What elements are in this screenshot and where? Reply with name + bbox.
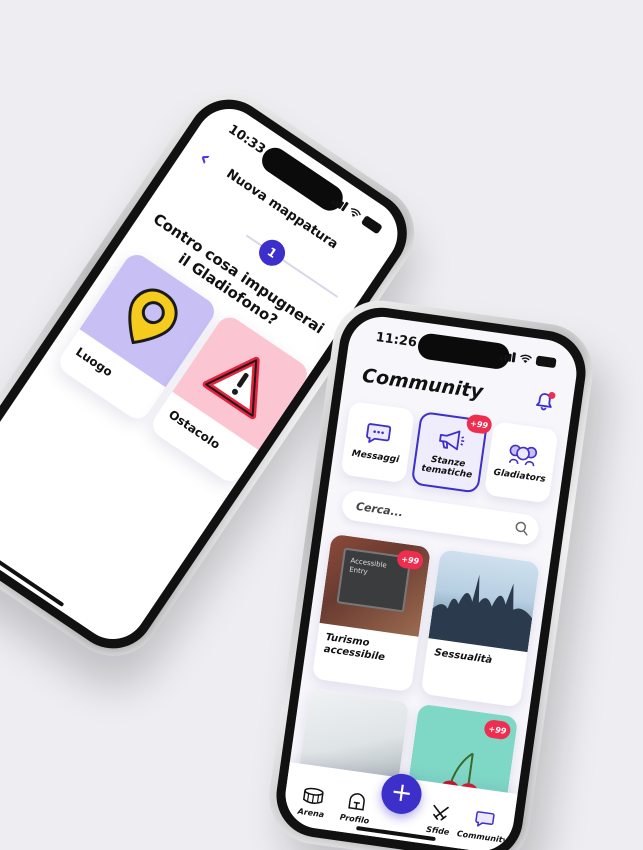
category-label: Messaggi xyxy=(351,448,400,466)
arena-icon xyxy=(302,787,324,805)
tab-community[interactable]: Community xyxy=(456,807,509,846)
search-icon[interactable] xyxy=(514,520,530,536)
screen-community: 11:26 Community Messaggi +99 Stanze tema… xyxy=(281,312,581,850)
tab-label: Community xyxy=(456,829,509,846)
home-indicator xyxy=(0,558,65,607)
status-icons xyxy=(499,350,557,368)
category-messages[interactable]: Messaggi xyxy=(340,401,415,484)
status-icons xyxy=(331,194,384,235)
category-gladiators[interactable]: Gladiators xyxy=(484,421,559,504)
group-icon xyxy=(508,444,537,467)
step-current: 1 xyxy=(254,234,291,271)
helmet-icon xyxy=(348,793,365,811)
count-badge: +99 xyxy=(465,413,494,435)
tab-label: Sfide xyxy=(425,824,450,837)
category-label: Stanze tematiche xyxy=(420,454,473,481)
wifi-icon xyxy=(520,354,533,363)
category-themed-rooms[interactable]: +99 Stanze tematiche xyxy=(410,410,494,494)
page-title: Community xyxy=(360,364,485,404)
tab-arena[interactable]: Arena xyxy=(289,783,337,821)
room-card-accessible-tourism[interactable]: Accessible Entry +99 Turismo accessibile xyxy=(311,533,432,693)
category-row: Messaggi +99 Stanze tematiche Gladiators xyxy=(340,401,559,504)
crossed-swords-icon xyxy=(433,804,449,821)
battery-icon xyxy=(360,214,384,235)
count-badge: +99 xyxy=(483,718,512,741)
status-time: 11:26 xyxy=(374,329,418,351)
status-time: 10:33 xyxy=(225,121,268,158)
warning-triangle-icon xyxy=(202,356,260,420)
megaphone-icon xyxy=(439,430,465,451)
chat-bubble-icon xyxy=(366,423,392,443)
tab-label: Profilo xyxy=(339,812,370,826)
room-photo: Accessible Entry +99 xyxy=(319,533,432,637)
room-card-sexuality[interactable]: Sessualità xyxy=(420,549,540,708)
chat-bubble-icon xyxy=(475,811,495,827)
crowd-silhouette-icon xyxy=(428,574,533,653)
map-pin-icon xyxy=(128,288,178,345)
battery-icon xyxy=(535,355,557,368)
tab-profile[interactable]: Profilo xyxy=(332,789,380,827)
tab-label: Arena xyxy=(297,806,325,820)
signal-icon xyxy=(499,350,517,362)
notifications-button[interactable] xyxy=(533,390,556,413)
wifi-icon xyxy=(351,207,362,217)
category-label: Gladiators xyxy=(492,467,547,485)
room-photo xyxy=(428,549,540,653)
